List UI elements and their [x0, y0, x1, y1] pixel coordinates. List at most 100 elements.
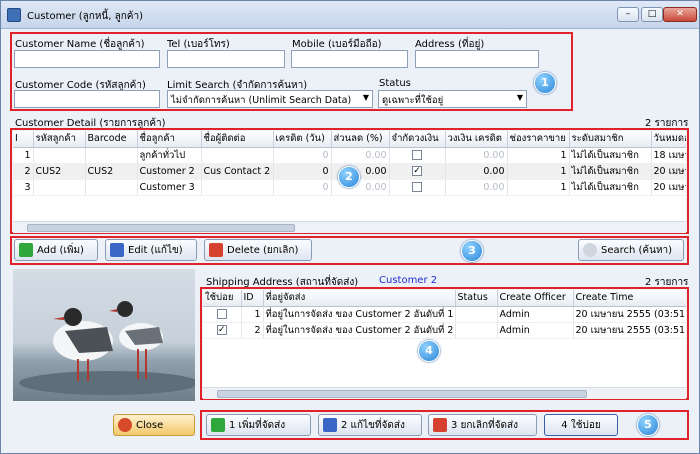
minimize-button[interactable]: –	[617, 7, 639, 22]
column-header[interactable]: ที่อยู่จัดส่ง	[263, 290, 456, 307]
limit-checkbox[interactable]: ✓	[412, 166, 422, 176]
column-header[interactable]: ช่องราคาขาย	[507, 131, 570, 148]
column-header[interactable]: รหัสลูกค้า	[33, 131, 86, 148]
cell: ที่อยู่ในการจัดส่ง ของ Customer 2 อันดับ…	[263, 306, 456, 323]
column-header[interactable]: ID	[241, 290, 264, 307]
cell: 1	[507, 179, 570, 196]
add-shipping-label: 1 เพิ่มที่จัดส่ง	[229, 419, 286, 431]
mobile-input[interactable]	[291, 50, 408, 68]
customer-grid-header: I รหัสลูกค้า Barcode ชื่อลูกค้า ชื่อผู้ต…	[13, 131, 686, 148]
tel-input[interactable]	[167, 50, 285, 68]
limit-checkbox[interactable]	[412, 150, 422, 160]
customer-grid-hscrollbar[interactable]	[13, 221, 686, 233]
pencil-icon	[110, 243, 124, 257]
badge-1: 1	[534, 72, 556, 94]
limit-checkbox[interactable]	[412, 182, 422, 192]
cell: 0.00	[331, 147, 390, 164]
cell: 20 เมษา	[651, 179, 686, 196]
cell	[455, 306, 498, 323]
customer-name-input[interactable]	[14, 50, 160, 68]
shipping-grid[interactable]: ใช้บ่อย ID ที่อยู่จัดส่ง Status Create O…	[203, 290, 686, 388]
scrollbar-thumb[interactable]	[217, 390, 587, 398]
cell	[85, 147, 138, 164]
cell: Customer 2	[137, 163, 202, 180]
cell: CUS2	[33, 163, 86, 180]
title-bar: Customer (ลูกหนี้, ลูกค้า) – □ ✕	[1, 1, 699, 29]
column-header[interactable]: ระดับสมาชิก	[569, 131, 652, 148]
column-header[interactable]: Barcode	[85, 131, 138, 148]
limit-search-select[interactable]: ไม่จำกัดการค้นหา (Unlimit Search Data) ▼	[167, 90, 373, 108]
add-button[interactable]: Add (เพิ่ม)	[14, 239, 98, 261]
column-header[interactable]: Status	[455, 290, 498, 307]
cell: ไม่ได้เป็นสมาชิก	[569, 163, 652, 180]
cell	[85, 179, 138, 196]
status-value: ดูเฉพาะที่ใช้อยู่	[382, 95, 444, 106]
shipping-grid-header: ใช้บ่อย ID ที่อยู่จัดส่ง Status Create O…	[203, 290, 686, 307]
cell: 0.00	[445, 147, 508, 164]
cell: Customer 3	[137, 179, 202, 196]
frequent-checkbox[interactable]: ✓	[216, 325, 227, 335]
column-header[interactable]: จำกัดวงเงิน	[389, 131, 446, 148]
search-button[interactable]: Search (ค้นหา)	[578, 239, 684, 261]
cell: 1	[507, 163, 570, 180]
status-select[interactable]: ดูเฉพาะที่ใช้อยู่ ▼	[378, 90, 527, 108]
shipping-grid-hscrollbar[interactable]	[203, 387, 686, 399]
cell: 0	[273, 147, 332, 164]
shipping-customer-name: Customer 2	[379, 275, 438, 286]
address-input[interactable]	[415, 50, 539, 68]
close-window-button[interactable]: ✕	[663, 7, 697, 22]
column-header[interactable]: ส่วนลด (%)	[331, 131, 390, 148]
chevron-down-icon: ▼	[516, 93, 523, 102]
frequent-button[interactable]: 4 ใช้บ่อย	[544, 414, 618, 436]
table-row[interactable]: 1 ลูกค้าทั่วไป 0 0.00 0.00 1 ไม่ได้เป็นส…	[13, 147, 686, 164]
seagull-image	[19, 301, 195, 395]
customer-code-input[interactable]	[14, 90, 160, 108]
delete-button-label: Delete (ยกเลิก)	[227, 244, 299, 256]
cell	[389, 179, 446, 196]
close-button[interactable]: Close	[113, 414, 195, 436]
cancel-shipping-button[interactable]: 3 ยกเลิกที่จัดส่ง	[428, 414, 537, 436]
plus-icon	[19, 243, 33, 257]
cell: 0.00	[445, 179, 508, 196]
window-title: Customer (ลูกหนี้, ลูกค้า)	[27, 11, 144, 22]
column-header[interactable]: I	[13, 131, 34, 148]
cell	[33, 147, 86, 164]
column-header[interactable]: Create Time	[573, 290, 686, 307]
badge-2: 2	[338, 166, 360, 188]
cell	[201, 179, 274, 196]
column-header[interactable]: ใช้บ่อย	[203, 290, 242, 307]
cell: ✓	[203, 322, 242, 339]
edit-shipping-button[interactable]: 2 แก้ไขที่จัดส่ง	[318, 414, 422, 436]
delete-button[interactable]: Delete (ยกเลิก)	[204, 239, 312, 261]
add-shipping-button[interactable]: 1 เพิ่มที่จัดส่ง	[206, 414, 311, 436]
column-header[interactable]: วงเงิน เครดิต	[445, 131, 508, 148]
column-header[interactable]: ชื่อผู้ติดต่อ	[201, 131, 274, 148]
cell: 18 เมษา	[651, 147, 686, 164]
cell: 1	[507, 147, 570, 164]
maximize-button[interactable]: □	[641, 7, 663, 22]
frequent-checkbox[interactable]	[216, 309, 227, 319]
column-header[interactable]: ชื่อลูกค้า	[137, 131, 202, 148]
cell: 20 เมษายน 2555 (03:51:	[573, 322, 686, 339]
cell: 20 เมษายน 2555 (03:51:	[573, 306, 686, 323]
cell	[33, 179, 86, 196]
app-icon	[7, 8, 21, 22]
table-row[interactable]: 1 ที่อยู่ในการจัดส่ง ของ Customer 2 อันด…	[203, 306, 686, 323]
cell: 0	[273, 179, 332, 196]
frequent-button-label: 4 ใช้บ่อย	[561, 419, 601, 431]
x-icon	[433, 418, 447, 432]
column-header[interactable]: วันหมดอายุ	[651, 131, 686, 148]
edit-button-label: Edit (แก้ไข)	[128, 244, 183, 256]
cell: 20 เมษา	[651, 163, 686, 180]
table-row[interactable]: ✓ 2 ที่อยู่ในการจัดส่ง ของ Customer 2 อั…	[203, 322, 686, 339]
plus-icon	[211, 418, 225, 432]
column-header[interactable]: เครดิต (วัน)	[273, 131, 332, 148]
scrollbar-thumb[interactable]	[27, 224, 295, 232]
badge-4: 4	[418, 340, 440, 362]
cell: 3	[13, 179, 34, 196]
power-icon	[118, 418, 132, 432]
column-header[interactable]: Create Officer	[497, 290, 574, 307]
edit-button[interactable]: Edit (แก้ไข)	[105, 239, 197, 261]
x-icon	[209, 243, 223, 257]
cell	[203, 306, 242, 323]
